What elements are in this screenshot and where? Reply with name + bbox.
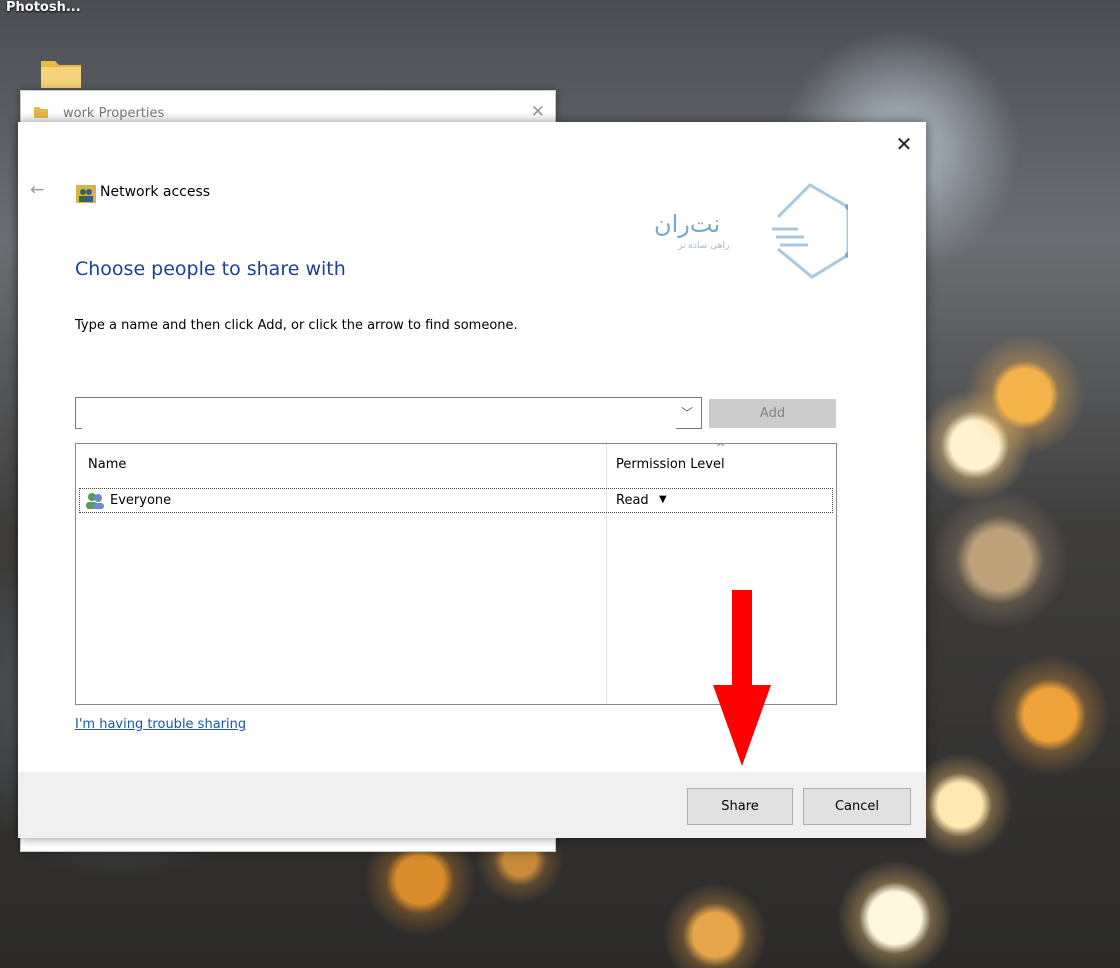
name-combobox[interactable]: ﹀ (75, 397, 702, 429)
close-icon[interactable]: ✕ (892, 132, 916, 156)
column-header-permission[interactable]: Permission Level (616, 457, 725, 472)
properties-close-icon[interactable]: ✕ (531, 102, 545, 122)
desktop-top-label: Photosh... (6, 0, 81, 15)
back-arrow-icon[interactable]: ← (30, 180, 44, 200)
logo-text: نت‌ران (654, 210, 721, 238)
cancel-button[interactable]: Cancel (803, 788, 911, 825)
properties-title: work Properties (63, 106, 165, 121)
properties-titlebar: work Properties ✕ (21, 91, 555, 123)
desktop-folder-icon[interactable] (40, 57, 82, 89)
table-row[interactable]: Everyone Read ▼ (79, 488, 833, 513)
users-icon (86, 493, 104, 509)
network-access-dialog: ✕ ← Network access نت‌ران راهی ساده تر C… (18, 122, 926, 838)
sort-caret-icon: ^ (716, 441, 726, 454)
trouble-sharing-link[interactable]: I'm having trouble sharing (75, 717, 246, 732)
red-arrow-annotation-icon (713, 590, 771, 766)
page-heading: Choose people to share with (75, 258, 346, 280)
add-button[interactable]: Add (709, 399, 836, 428)
row-user-name: Everyone (110, 493, 172, 508)
column-header-name[interactable]: Name (88, 457, 126, 472)
column-divider (606, 444, 607, 704)
dialog-title: Network access (100, 184, 211, 200)
instructions-text: Type a name and then click Add, or click… (75, 318, 518, 333)
logo-subtext: راهی ساده تر (678, 241, 730, 251)
folder-icon (34, 107, 48, 118)
row-permission[interactable]: Read (616, 493, 649, 508)
network-users-icon (76, 185, 96, 203)
name-input[interactable] (82, 399, 676, 429)
dropdown-triangle-icon[interactable]: ▼ (659, 494, 667, 505)
share-button[interactable]: Share (687, 788, 793, 825)
chevron-down-icon[interactable]: ﹀ (681, 404, 693, 421)
